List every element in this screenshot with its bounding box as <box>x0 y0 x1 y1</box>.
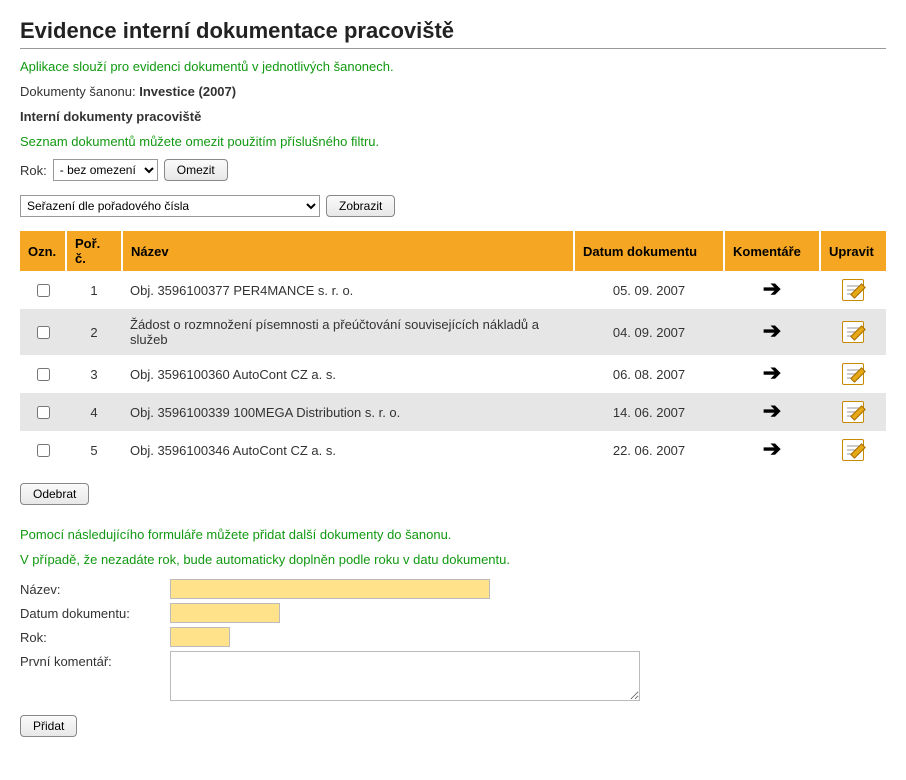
table-row: 5Obj. 3596100346 AutoCont CZ a. s.22. 06… <box>20 431 886 469</box>
row-nazev: Obj. 3596100346 AutoCont CZ a. s. <box>122 431 574 469</box>
arrow-right-icon[interactable]: ➔ <box>763 366 781 380</box>
section-subheading: Interní dokumenty pracoviště <box>20 109 886 124</box>
zobrazit-button[interactable]: Zobrazit <box>326 195 395 217</box>
arrow-right-icon[interactable]: ➔ <box>763 404 781 418</box>
row-por: 1 <box>66 271 122 309</box>
row-nazev: Žádost o rozmnožení písemnosti a přeúčto… <box>122 309 574 355</box>
edit-icon[interactable] <box>842 363 864 385</box>
row-checkbox[interactable] <box>37 368 50 381</box>
form-nazev-label: Název: <box>20 579 170 597</box>
date-input[interactable] <box>170 603 280 623</box>
add-note-2: V případě, že nezadáte rok, bude automat… <box>20 552 886 567</box>
col-ozn: Ozn. <box>20 231 66 271</box>
arrow-right-icon[interactable]: ➔ <box>763 324 781 338</box>
edit-icon[interactable] <box>842 439 864 461</box>
row-checkbox[interactable] <box>37 406 50 419</box>
row-date: 04. 09. 2007 <box>574 309 724 355</box>
col-por: Poř. č. <box>66 231 122 271</box>
table-row: 1Obj. 3596100377 PER4MANCE s. r. o.05. 0… <box>20 271 886 309</box>
row-date: 22. 06. 2007 <box>574 431 724 469</box>
sort-select[interactable]: Seřazení dle pořadového čísla <box>20 195 320 217</box>
col-kom: Komentáře <box>724 231 820 271</box>
col-date: Datum dokumentu <box>574 231 724 271</box>
binder-value: Investice (2007) <box>139 84 236 99</box>
binder-label: Dokumenty šanonu: <box>20 84 136 99</box>
edit-icon[interactable] <box>842 401 864 423</box>
omezit-button[interactable]: Omezit <box>164 159 228 181</box>
row-checkbox[interactable] <box>37 284 50 297</box>
table-row: 4Obj. 3596100339 100MEGA Distribution s.… <box>20 393 886 431</box>
year-label: Rok: <box>20 163 47 178</box>
year-select[interactable]: - bez omezení - <box>53 159 158 181</box>
row-por: 2 <box>66 309 122 355</box>
row-checkbox[interactable] <box>37 444 50 457</box>
filter-note: Seznam dokumentů můžete omezit použitím … <box>20 134 886 149</box>
app-description: Aplikace slouží pro evidenci dokumentů v… <box>20 59 886 74</box>
nazev-input[interactable] <box>170 579 490 599</box>
add-note-1: Pomocí následujícího formuláře můžete př… <box>20 527 886 542</box>
documents-table: Ozn. Poř. č. Název Datum dokumentu Komen… <box>20 231 886 469</box>
arrow-right-icon[interactable]: ➔ <box>763 442 781 456</box>
row-por: 4 <box>66 393 122 431</box>
col-upr: Upravit <box>820 231 886 271</box>
row-nazev: Obj. 3596100377 PER4MANCE s. r. o. <box>122 271 574 309</box>
arrow-right-icon[interactable]: ➔ <box>763 282 781 296</box>
edit-icon[interactable] <box>842 279 864 301</box>
form-date-label: Datum dokumentu: <box>20 603 170 621</box>
table-row: 3Obj. 3596100360 AutoCont CZ a. s.06. 08… <box>20 355 886 393</box>
comment-textarea[interactable] <box>170 651 640 701</box>
row-date: 06. 08. 2007 <box>574 355 724 393</box>
page-title: Evidence interní dokumentace pracoviště <box>20 18 886 44</box>
row-nazev: Obj. 3596100339 100MEGA Distribution s. … <box>122 393 574 431</box>
row-por: 5 <box>66 431 122 469</box>
rok-input[interactable] <box>170 627 230 647</box>
row-nazev: Obj. 3596100360 AutoCont CZ a. s. <box>122 355 574 393</box>
pridat-button[interactable]: Přidat <box>20 715 77 737</box>
row-checkbox[interactable] <box>37 326 50 339</box>
form-rok-label: Rok: <box>20 627 170 645</box>
row-por: 3 <box>66 355 122 393</box>
binder-line: Dokumenty šanonu: Investice (2007) <box>20 84 886 99</box>
row-date: 14. 06. 2007 <box>574 393 724 431</box>
table-row: 2Žádost o rozmnožení písemnosti a přeúčt… <box>20 309 886 355</box>
title-rule <box>20 48 886 49</box>
odebrat-button[interactable]: Odebrat <box>20 483 89 505</box>
edit-icon[interactable] <box>842 321 864 343</box>
row-date: 05. 09. 2007 <box>574 271 724 309</box>
col-nazev: Název <box>122 231 574 271</box>
form-comment-label: První komentář: <box>20 651 170 669</box>
